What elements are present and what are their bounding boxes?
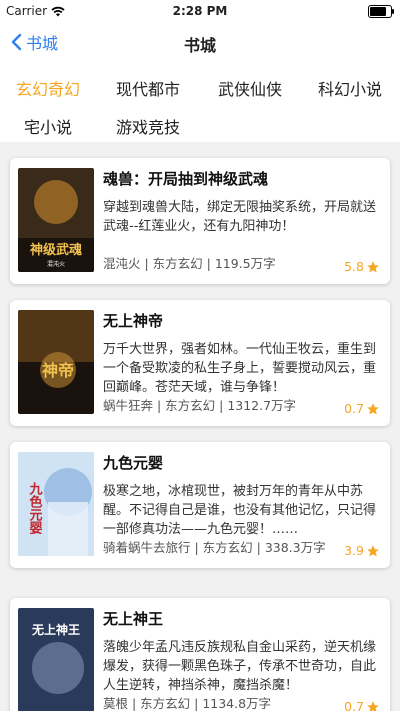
page-title: 书城 [183, 36, 216, 55]
star-icon [367, 700, 379, 711]
tab-youxi[interactable]: 游戏竞技 [116, 114, 180, 138]
navigation-bar: 书城 书城 [0, 22, 400, 62]
rating: 5.8 [344, 259, 380, 274]
book-cover: 神帝 [18, 310, 94, 414]
battery-icon [368, 5, 394, 18]
book-meta: 混沌火 | 东方玄幻 | 119.5万字 [103, 256, 276, 271]
category-tabs: 玄幻奇幻 现代都市 武侠仙侠 科幻小说 宅小说 游戏竞技 [0, 62, 400, 142]
clock: 2:28 PM [172, 4, 228, 18]
cover-title: 九色元婴 [27, 482, 44, 535]
cover-title: 无上神王 [31, 622, 80, 637]
rating: 3.9 [344, 543, 380, 558]
book-cover: 九色元婴 [18, 452, 94, 556]
book-cover: 无上神王 [18, 608, 94, 711]
cover-author: 混沌火 [47, 260, 65, 268]
book-card[interactable]: 九色元婴 九色元婴 极寒之地，冰棺现世，被封万年的青年从中苏醒。不记得自己是谁，… [10, 442, 390, 568]
rating-value: 3.9 [344, 543, 364, 558]
book-meta: 蜗牛狂奔 | 东方玄幻 | 1312.7万字 [103, 398, 297, 413]
star-icon [367, 544, 379, 557]
book-description: 落魄少年孟凡违反族规私自金山采药，逆天机缘爆发，获得一颗黑色珠子，传承不世奇功，… [103, 640, 377, 693]
tab-wuxia[interactable]: 武侠仙侠 [218, 76, 282, 100]
star-icon [367, 402, 379, 415]
rating-value: 0.7 [344, 401, 364, 416]
rating: 0.7 [344, 401, 380, 416]
book-title: 魂兽：开局抽到神级武魂 [103, 170, 269, 188]
book-title: 无上神帝 [103, 312, 164, 330]
tab-zhai[interactable]: 宅小说 [24, 114, 72, 138]
cover-title: 神级武魂 [30, 242, 82, 258]
book-card[interactable]: 神级武魂 混沌火 魂兽：开局抽到神级武魂 穿越到魂兽大陆，绑定无限抽奖系统，开局… [10, 158, 390, 284]
book-list: 神级武魂 混沌火 魂兽：开局抽到神级武魂 穿越到魂兽大陆，绑定无限抽奖系统，开局… [0, 142, 400, 711]
status-bar: Carrier 2:28 PM [0, 0, 400, 22]
tab-dushi[interactable]: 现代都市 [116, 76, 180, 100]
tab-xuanhuan[interactable]: 玄幻奇幻 [16, 76, 80, 100]
book-title: 九色元婴 [103, 454, 164, 472]
book-meta: 骑着蜗牛去旅行 | 东方玄幻 | 338.3万字 [103, 540, 326, 555]
rating-value: 0.7 [344, 699, 364, 711]
book-description: 万千大世界，强者如林。一代仙王牧云，重生到一个备受欺凌的私生子身上，誓要搅动风云… [103, 342, 377, 395]
book-description: 穿越到魂兽大陆，绑定无限抽奖系统，开局就送武魂--红莲业火，还有九阳神功！ [103, 200, 377, 234]
book-title: 无上神王 [103, 610, 164, 628]
book-cover: 神级武魂 混沌火 [18, 168, 94, 272]
star-icon [367, 260, 379, 273]
cover-title: 神帝 [42, 361, 74, 380]
book-meta: 莫根 | 东方玄幻 | 1134.8万字 [103, 696, 272, 711]
book-card[interactable]: 无上神王 无上神王 落魄少年孟凡违反族规私自金山采药，逆天机缘爆发，获得一颗黑色… [10, 598, 390, 711]
tab-kehuan[interactable]: 科幻小说 [318, 76, 382, 100]
rating: 0.7 [344, 699, 380, 711]
rating-value: 5.8 [344, 259, 364, 274]
book-card[interactable]: 神帝 无上神帝 万千大世界，强者如林。一代仙王牧云，重生到一个备受欺凌的私生子身… [10, 300, 390, 426]
book-description: 极寒之地，冰棺现世，被封万年的青年从中苏醒。不记得自己是谁，也没有其他记忆，只记… [103, 484, 377, 537]
